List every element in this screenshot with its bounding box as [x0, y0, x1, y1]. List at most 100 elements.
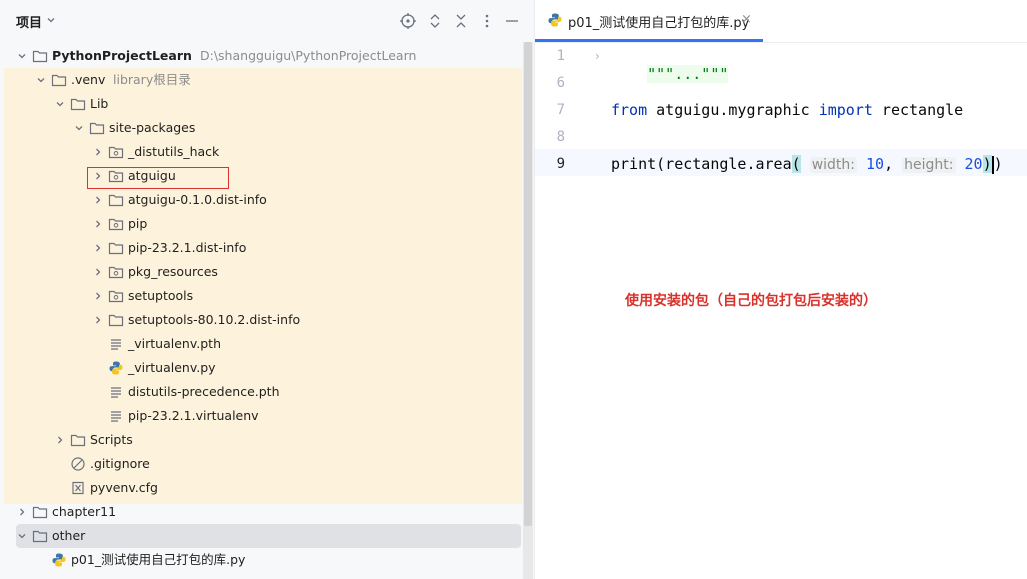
tree-item-pythonprojectlearn[interactable]: PythonProjectLearn D:\shangguigu\PythonPr…: [4, 44, 521, 68]
tree-item-distutils-precedence-pth[interactable]: distutils-precedence.pth: [4, 380, 521, 404]
tree-item-hint: D:\shangguigu\PythonProjectLearn: [200, 48, 417, 63]
folder-icon: [70, 96, 86, 112]
chevron-down-icon[interactable]: [33, 68, 49, 92]
tree-item-label: .gitignore: [90, 456, 150, 471]
highlight-box: [87, 167, 229, 189]
chevron-down-icon[interactable]: [71, 116, 87, 140]
chevron-right-icon[interactable]: [90, 308, 106, 332]
text-file-icon: [108, 408, 124, 424]
close-icon[interactable]: ×: [741, 12, 752, 27]
text-file-icon: [108, 384, 124, 400]
tree-item-other[interactable]: other: [16, 524, 521, 548]
folder-icon: [32, 48, 48, 64]
line-number-gutter: 1 6 7 8 9: [535, 42, 609, 579]
tree-item-pkg-resources[interactable]: pkg_resources: [4, 260, 521, 284]
tree-item-atguigu-0-1-0-dist-info[interactable]: atguigu-0.1.0.dist-info: [4, 188, 521, 212]
python-file-icon: [108, 360, 124, 376]
tree-item-distutils-hack[interactable]: _distutils_hack: [4, 140, 521, 164]
module-name: atguigu.mygraphic: [647, 101, 819, 119]
tree-item-label: site-packages: [109, 120, 196, 135]
project-panel: 项目 PythonProjectLearn D:\shangguigu\Pytho…: [0, 0, 534, 579]
package-icon: [108, 288, 124, 304]
hide-panel-icon[interactable]: [503, 12, 521, 30]
tree-item-atguigu[interactable]: atguigu: [4, 164, 521, 188]
code-line-9[interactable]: print(rectangle.area( width: 10, height:…: [611, 155, 1003, 174]
locate-icon[interactable]: [399, 12, 417, 30]
chevron-right-icon[interactable]: [90, 188, 106, 212]
chevron-down-icon[interactable]: [14, 44, 30, 68]
line-number: 8: [556, 129, 565, 145]
tree-item-lib[interactable]: Lib: [4, 92, 521, 116]
tree-item-label: pip: [128, 216, 148, 231]
inlay-hint-width: width:: [809, 157, 857, 173]
chevron-right-icon[interactable]: [90, 236, 106, 260]
folder-icon: [51, 72, 67, 88]
close-paren-outer: ): [993, 155, 1003, 173]
line-number: 9: [556, 156, 565, 172]
keyword-from: from: [611, 101, 648, 119]
collapse-all-icon[interactable]: [452, 12, 470, 30]
chevron-down-icon[interactable]: [14, 524, 30, 548]
code-editor: p01_测试使用自己打包的库.py × 1 6 7 8 9 › """...""…: [534, 0, 1027, 579]
project-scrollbar[interactable]: [523, 42, 533, 579]
code-line-1[interactable]: """...""": [611, 47, 729, 101]
tree-item-label: setuptools: [128, 288, 194, 303]
tree-item-pyvenv-cfg[interactable]: pyvenv.cfg: [4, 476, 521, 500]
scrollbar-thumb[interactable]: [524, 42, 532, 526]
tree-item-label: atguigu-0.1.0.dist-info: [128, 192, 267, 207]
folded-docstring[interactable]: """...""": [647, 65, 729, 83]
code-line-7[interactable]: from atguigu.mygraphic import rectangle: [611, 101, 963, 119]
chevron-right-icon[interactable]: [52, 428, 68, 452]
config-file-icon: [70, 480, 86, 496]
chevron-right-icon[interactable]: [90, 284, 106, 308]
imported-name: rectangle: [872, 101, 964, 119]
tree-item-scripts[interactable]: Scripts: [4, 428, 521, 452]
inlay-hint-height: height:: [902, 157, 956, 173]
tree-item-setuptools[interactable]: setuptools: [4, 284, 521, 308]
tree-item-label: pkg_resources: [128, 264, 218, 279]
chevron-right-icon[interactable]: [90, 140, 106, 164]
tree-item-p01-py[interactable]: p01_测试使用自己打包的库.py: [4, 548, 521, 572]
open-paren: (: [791, 155, 801, 173]
ignore-file-icon: [70, 456, 86, 472]
chevron-down-icon[interactable]: [52, 92, 68, 116]
fold-chevron-icon[interactable]: ›: [595, 49, 600, 63]
chevron-down-icon[interactable]: [46, 14, 56, 29]
tree-item-setuptools-80-10-2-dist-info[interactable]: setuptools-80.10.2.dist-info: [4, 308, 521, 332]
folder-icon: [32, 504, 48, 520]
tree-item-pip-23-2-1-dist-info[interactable]: pip-23.2.1.dist-info: [4, 236, 521, 260]
tree-item-virtualenv-py[interactable]: _virtualenv.py: [4, 356, 521, 380]
tree-item-label: p01_测试使用自己打包的库.py: [71, 552, 246, 567]
tree-item-pip[interactable]: pip: [4, 212, 521, 236]
tree-item-site-packages[interactable]: site-packages: [4, 116, 521, 140]
folder-icon: [89, 120, 105, 136]
tree-item-pip-23-2-1-virtualenv[interactable]: pip-23.2.1.virtualenv: [4, 404, 521, 428]
tree-item-gitignore[interactable]: .gitignore: [4, 452, 521, 476]
arg-height: 20: [964, 155, 983, 173]
tree-item-chapter11[interactable]: chapter11: [4, 500, 521, 524]
tree-item-label: distutils-precedence.pth: [128, 384, 280, 399]
tree-item-virtualenv-pth[interactable]: _virtualenv.pth: [4, 332, 521, 356]
tree-item-label: Lib: [90, 96, 109, 111]
line-number: 1: [556, 48, 565, 64]
text-file-icon: [108, 336, 124, 352]
folder-icon: [108, 192, 124, 208]
tree-item-label: pip-23.2.1.virtualenv: [128, 408, 259, 423]
project-panel-title[interactable]: 项目: [16, 12, 42, 31]
package-icon: [108, 144, 124, 160]
expand-all-icon[interactable]: [426, 12, 444, 30]
annotation-text: 使用安装的包（自己的包打包后安装的）: [625, 293, 877, 309]
tree-item-label: setuptools-80.10.2.dist-info: [128, 312, 301, 327]
tree-item-label: _virtualenv.pth: [128, 336, 221, 351]
arg-separator: ,: [884, 155, 903, 173]
chevron-right-icon[interactable]: [90, 260, 106, 284]
folder-icon: [70, 432, 86, 448]
tree-item-label: _virtualenv.py: [128, 360, 216, 375]
line-number: 7: [556, 102, 565, 118]
chevron-right-icon[interactable]: [90, 212, 106, 236]
more-options-icon[interactable]: [478, 12, 496, 30]
tree-item-venv[interactable]: .venv library根目录: [4, 68, 521, 92]
chevron-right-icon[interactable]: [14, 500, 30, 524]
tree-item-label: pip-23.2.1.dist-info: [128, 240, 247, 255]
editor-tab[interactable]: p01_测试使用自己打包的库.py ×: [535, 0, 763, 42]
